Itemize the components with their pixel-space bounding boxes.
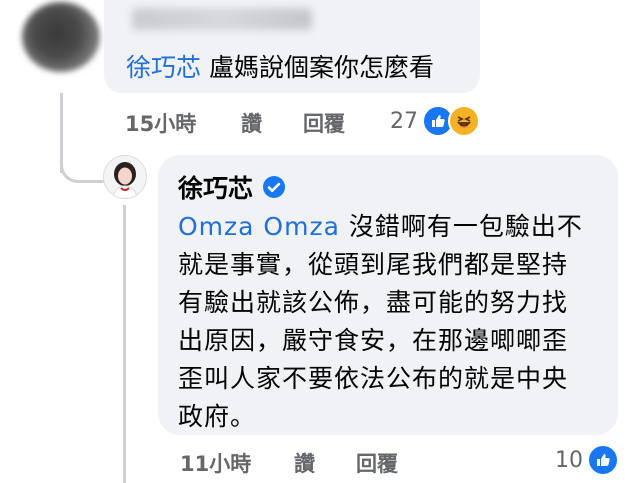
mention-link[interactable]: 徐巧芯 — [126, 53, 201, 82]
haha-icon — [448, 105, 480, 137]
like-button[interactable]: 讚 — [294, 448, 315, 478]
reaction-count: 27 — [390, 108, 418, 134]
reply-timestamp[interactable]: 11小時 — [180, 448, 251, 478]
mention-link[interactable]: Omza Omza — [178, 212, 340, 241]
reply-bubble: 徐巧芯 Omza Omza 沒錯啊有一包驗出不 就是事實，從頭到尾我們都是堅持 … — [158, 155, 618, 435]
comment-body: 盧媽說個案你怎麼看 — [208, 53, 434, 82]
reaction-summary[interactable]: 27 — [390, 105, 480, 137]
reply-text: 沒錯啊有一包驗出不 — [339, 212, 583, 241]
reply-button[interactable]: 回覆 — [356, 448, 398, 478]
reply-button[interactable]: 回覆 — [303, 108, 345, 138]
reply-text-line: 政府。 — [178, 402, 257, 431]
reply-reaction-summary[interactable]: 10 — [555, 444, 619, 476]
reply-text-line: 出原因，嚴守食安，在那邊唧唧歪 — [178, 326, 569, 355]
reply-author-avatar[interactable] — [103, 155, 147, 199]
reply-text-line: 歪叫人家不要依法公布的就是中央 — [178, 364, 569, 393]
like-button[interactable]: 讚 — [241, 108, 262, 138]
reply-author-name[interactable]: 徐巧芯 — [178, 169, 253, 205]
comment-bubble: 徐巧芯 盧媽說個案你怎麼看 — [104, 0, 480, 93]
commenter-name-blurred[interactable] — [132, 8, 312, 30]
comment-timestamp[interactable]: 15小時 — [125, 108, 196, 138]
thread-line-reply — [123, 205, 126, 483]
thread-connector — [60, 150, 107, 183]
like-icon — [587, 444, 619, 476]
comment-text: 徐巧芯 盧媽說個案你怎麼看 — [126, 48, 434, 84]
reply-text-line: Omza Omza 沒錯啊有一包驗出不 — [178, 207, 583, 243]
reply-text-line: 有驗出就該公佈，盡可能的努力找 — [178, 288, 569, 317]
commenter-avatar[interactable] — [22, 2, 100, 72]
verified-badge-icon — [263, 176, 285, 198]
reaction-count: 10 — [555, 447, 583, 473]
reply-text-line: 就是事實，從頭到尾我們都是堅持 — [178, 250, 569, 279]
